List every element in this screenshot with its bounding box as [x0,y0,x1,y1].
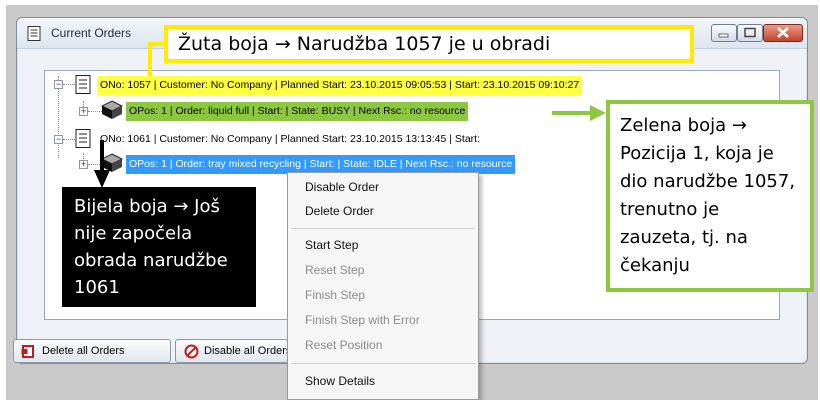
tree-line [63,84,75,85]
delete-all-orders-label: Delete all Orders [42,345,125,357]
disable-all-orders-button[interactable]: Disable all Orders [175,339,288,363]
tree-line [63,139,75,140]
menu-separator [291,228,475,229]
menu-item-show-details[interactable]: Show Details [288,370,478,392]
menu-item-finish-step[interactable]: Finish Step [288,284,478,306]
maximize-icon [744,27,756,38]
expand-toggle[interactable]: + [79,160,88,169]
menu-item-disable-order[interactable]: Disable Order [288,176,478,198]
disable-all-orders-label: Disable all Orders [204,345,288,357]
order-document-icon [75,129,91,148]
close-button[interactable] [763,24,803,42]
prohibited-icon [184,344,199,359]
white-annotation: Bijela boja → Još nije započela obrada n… [62,187,256,307]
yellow-annotation: Žuta boja → Narudžba 1057 je u obradi [164,25,694,63]
green-annotation: Zelena boja → Pozicija 1, koja je dio na… [606,100,814,292]
window-title: Current Orders [51,26,132,40]
menu-item-reset-step[interactable]: Reset Step [288,259,478,281]
order-row-1057[interactable]: ONo: 1057 | Customer: No Company | Plann… [97,76,583,95]
menu-item-start-step[interactable]: Start Step [288,234,478,256]
menu-separator [291,363,475,364]
black-callout-arrow [94,140,110,188]
maximize-button[interactable] [737,24,763,42]
cube-icon [101,100,123,119]
position-row-1057[interactable]: OPos: 1 | Order: liquid full | Start: | … [126,102,469,121]
close-icon [777,27,789,38]
delete-all-orders-button[interactable]: Delete all Orders [13,339,171,363]
expand-toggle[interactable]: + [79,107,88,116]
menu-item-delete-order[interactable]: Delete Order [288,200,478,222]
collapse-toggle[interactable]: − [54,80,63,89]
order-row-1061[interactable]: ONo: 1061 | Customer: No Company | Plann… [97,130,483,149]
collapse-toggle[interactable]: − [54,135,63,144]
document-icon [27,26,41,41]
menu-item-reset-position[interactable]: Reset Position [288,334,478,356]
delete-icon [21,345,34,358]
minimize-button[interactable] [711,24,737,42]
order-document-icon [75,75,91,94]
green-callout-arrow [552,105,606,121]
menu-item-finish-step-with-error[interactable]: Finish Step with Error [288,309,478,331]
context-menu: Disable Order Delete Order Start Step Re… [287,172,479,400]
minimize-icon [718,33,729,38]
